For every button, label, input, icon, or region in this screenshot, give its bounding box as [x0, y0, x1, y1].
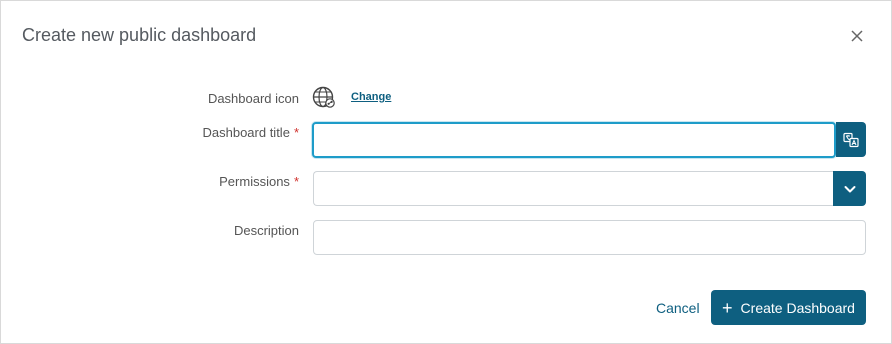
- cancel-button[interactable]: Cancel: [656, 300, 700, 316]
- permissions-dropdown-button[interactable]: [833, 171, 866, 206]
- create-dashboard-label: Create Dashboard: [740, 299, 855, 316]
- translate-button[interactable]: [836, 122, 866, 157]
- description-label: Description: [233, 223, 299, 238]
- close-icon[interactable]: [849, 28, 865, 44]
- create-dashboard-button[interactable]: + Create Dashboard: [711, 290, 866, 325]
- dashboard-title-label: Dashboard title *: [202, 125, 299, 140]
- required-marker: *: [293, 125, 299, 140]
- dashboard-title-input[interactable]: [312, 122, 836, 158]
- globe-network-icon: [312, 86, 335, 108]
- change-icon-link[interactable]: Change: [351, 91, 391, 103]
- required-marker: *: [293, 174, 299, 189]
- dialog-title: Create new public dashboard: [22, 25, 257, 45]
- chevron-down-icon: [844, 185, 855, 192]
- permissions-label: Permissions *: [219, 174, 299, 189]
- translate-icon: [843, 132, 859, 147]
- create-dashboard-dialog: Create new public dashboard Dashboard ic…: [0, 0, 892, 344]
- dashboard-icon-label: Dashboard icon: [207, 91, 299, 106]
- permissions-select[interactable]: [313, 171, 833, 206]
- description-input[interactable]: [313, 220, 866, 255]
- plus-icon: +: [722, 297, 733, 318]
